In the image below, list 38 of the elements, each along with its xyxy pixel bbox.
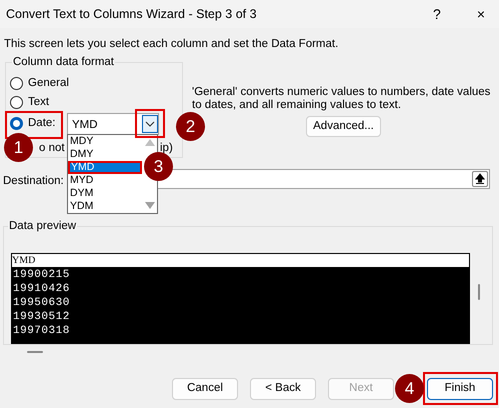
preview-row-text: 19970318: [12, 324, 71, 338]
collapse-dialog-button[interactable]: [472, 171, 488, 187]
preview-row-text: 19910426: [12, 282, 71, 296]
checkbox-label: o not: [39, 141, 65, 156]
advanced-button[interactable]: Advanced...: [306, 116, 381, 137]
step-marker: 4: [395, 374, 424, 403]
highlight-frame: [135, 109, 165, 138]
field-label: Destination:: [3, 174, 64, 189]
window-title: Convert Text to Columns Wizard - Step 3 of 3: [6, 6, 257, 23]
dropdown-option[interactable]: DMY: [68, 148, 142, 161]
group-title: Data preview: [8, 219, 78, 233]
dropdown-arrow-button[interactable]: [142, 115, 158, 133]
dropdown-option[interactable]: YDM: [68, 200, 142, 213]
radio-option[interactable]: General: [10, 74, 69, 93]
scrollbar-thumb[interactable]: [27, 351, 43, 353]
preview-row-text: 19950630: [12, 296, 71, 310]
scrollbar-thumb[interactable]: [478, 284, 480, 300]
dialog-button[interactable]: < Back: [250, 378, 316, 400]
radio-option[interactable]: Date:: [10, 114, 56, 133]
preview-row-text: 19900215: [12, 268, 71, 282]
dialog-button[interactable]: Finish: [427, 378, 493, 400]
dropdown-option[interactable]: YMD: [68, 161, 142, 174]
dropdown-option[interactable]: DYM: [68, 187, 142, 200]
radio-option[interactable]: Text: [10, 93, 50, 112]
dialog-button[interactable]: Cancel: [172, 378, 238, 400]
step-marker: 1: [4, 133, 33, 162]
close-button[interactable]: ×: [476, 4, 485, 24]
preview-row-text: 19930512: [12, 310, 71, 324]
explanation-text: 'General' converts numeric values to numbers, date values to dates, and all remaining values to text.: [192, 86, 492, 112]
dropdown-option[interactable]: MYD: [68, 174, 142, 187]
scroll-up-arrow-icon: [145, 139, 155, 146]
column-header: YMD: [12, 254, 469, 268]
instruction-text: This screen lets you select each column and set the Data Format.: [4, 37, 338, 52]
scroll-down-arrow-icon: [145, 202, 155, 209]
dropdown-option[interactable]: MDY: [68, 135, 142, 148]
step-marker: 2: [176, 112, 205, 141]
help-button[interactable]: ?: [433, 4, 441, 24]
caret-icon: [145, 121, 155, 127]
